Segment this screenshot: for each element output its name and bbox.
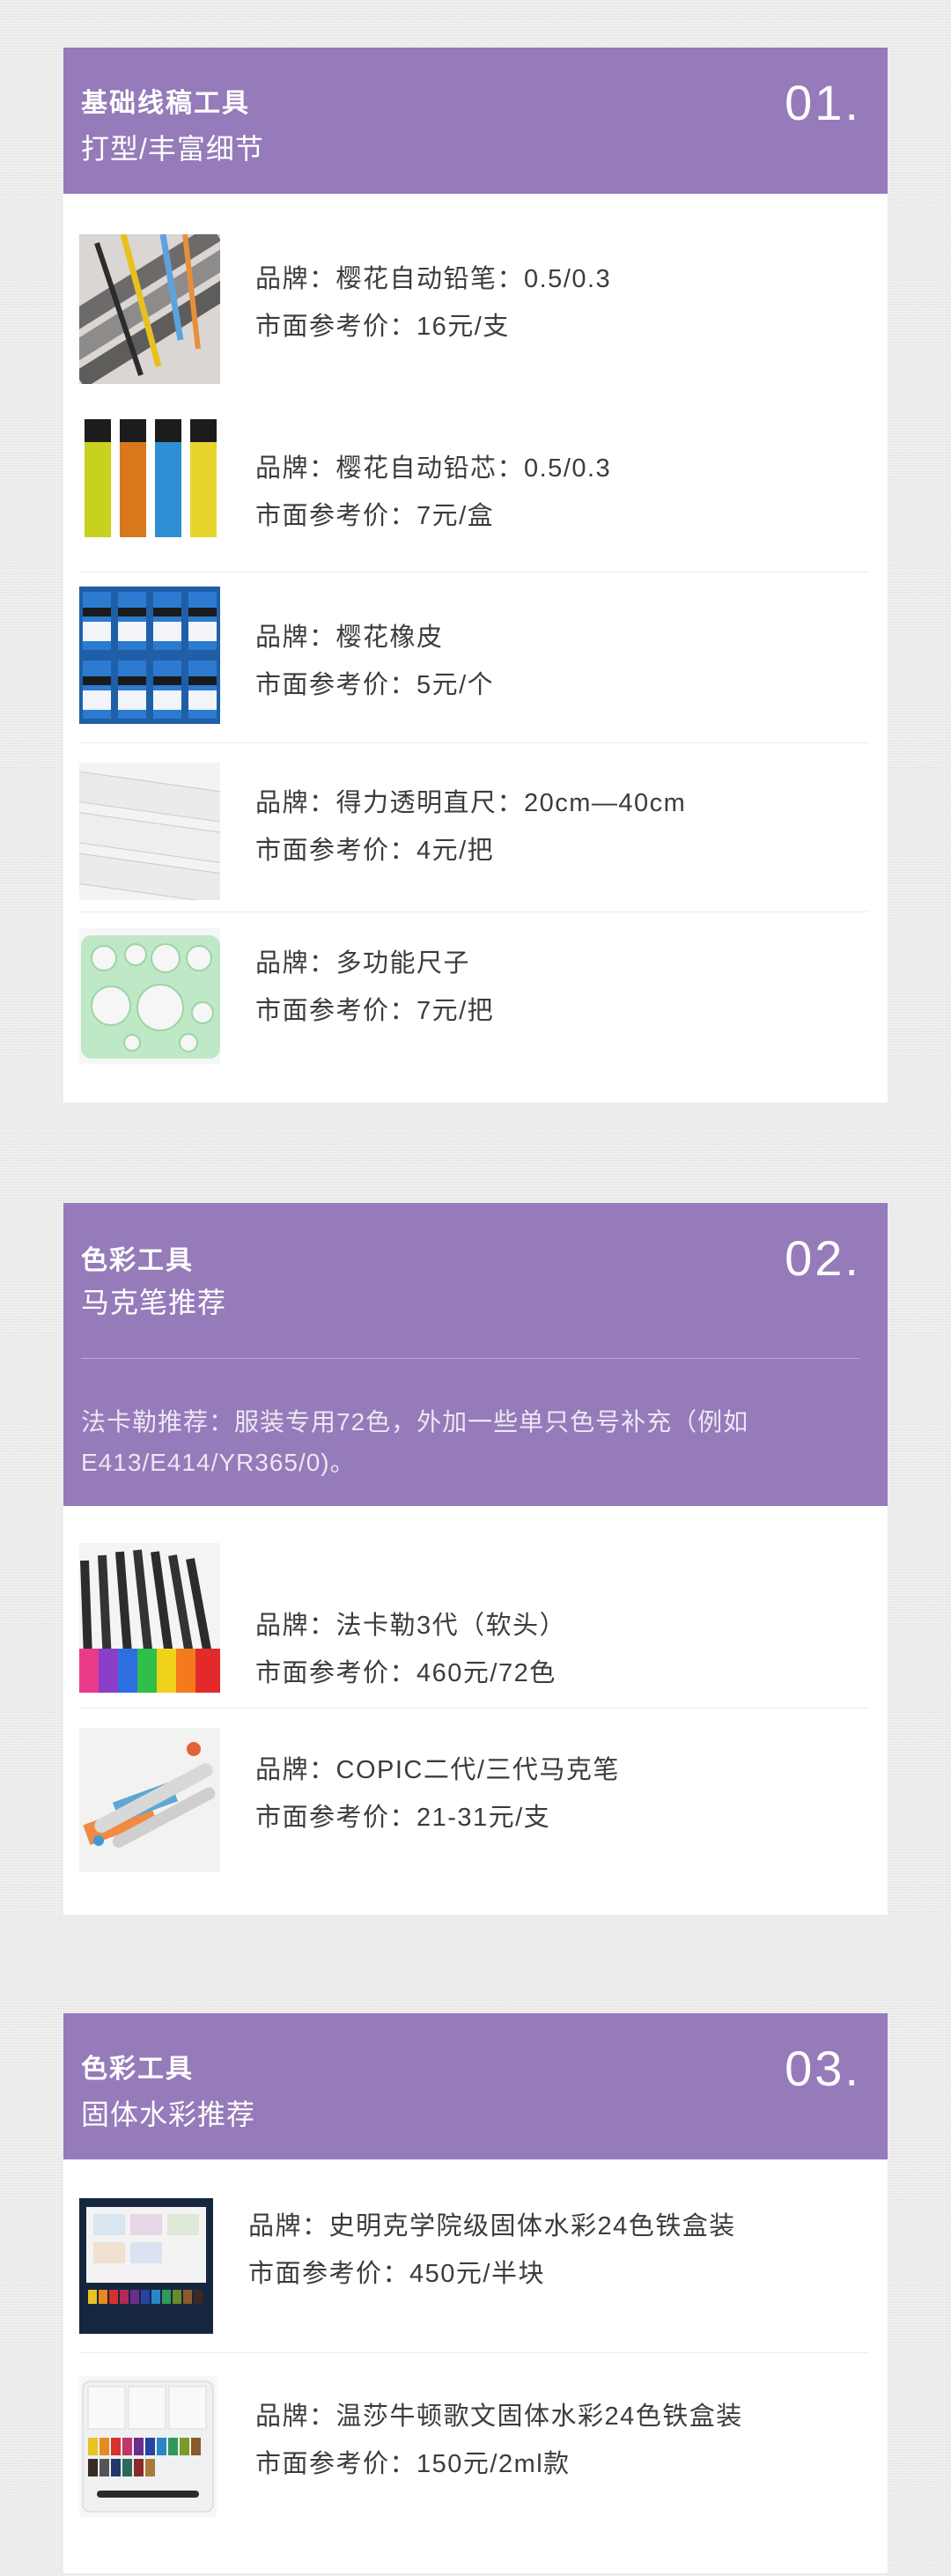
list-item[interactable]: 品牌：樱花自动铅芯：0.5/0.3 市面参考价：7元/盒 [63,386,888,572]
list-item[interactable]: 品牌：多功能尺子 市面参考价：7元/把 [63,912,888,1103]
pencil-leads-icon [79,412,220,541]
item-brand: 品牌：法卡勒3代（软头） [255,1612,567,1640]
item-price: 市面参考价：21-31元/支 [255,1804,551,1832]
list-item[interactable]: 品牌：法卡勒3代（软头） 市面参考价：460元/72色 [63,1506,888,1709]
section-marker-tools: 色彩工具 马克笔推荐 02. 法卡勒推荐：服装专用72色，外加一些单只色号补充（… [63,1203,888,1915]
mechanical-pencils-icon [79,234,220,384]
watercolor-tin-icon [79,2198,213,2334]
item-price: 市面参考价：450元/半块 [248,2260,545,2288]
item-price: 市面参考价：460元/72色 [255,1659,557,1687]
item-price: 市面参考价：7元/盒 [255,502,495,530]
section-body: 品牌：樱花自动铅笔：0.5/0.3 市面参考价：16元/支 品牌：樱花自动铅芯：… [63,194,888,1103]
list-item[interactable]: 品牌：温莎牛顿歌文固体水彩24色铁盒装 市面参考价：150元/2ml款 [63,2353,888,2573]
item-price: 市面参考价：16元/支 [255,313,510,341]
header-divider [81,1358,859,1359]
section-subtitle: 固体水彩推荐 [81,2099,256,2130]
template-ruler-icon [79,928,220,1064]
section-basic-line-tools: 基础线稿工具 打型/丰富细节 01. 品牌：樱花自动铅笔：0.5/0.3 市面参… [63,48,888,1103]
section-number: 02. [785,1230,861,1286]
section-title: 色彩工具 [81,2055,194,2084]
section-header: 色彩工具 固体水彩推荐 03. [63,2013,888,2159]
item-brand: 品牌：史明克学院级固体水彩24色铁盒装 [248,2212,736,2240]
list-item[interactable]: 品牌：史明克学院级固体水彩24色铁盒装 市面参考价：450元/半块 [63,2159,888,2353]
item-price: 市面参考价：4元/把 [255,837,495,865]
item-price: 市面参考价：5元/个 [255,671,495,699]
list-item[interactable]: 品牌：樱花橡皮 市面参考价：5元/个 [63,572,888,743]
section-header: 基础线稿工具 打型/丰富细节 01. [63,48,888,194]
section-title: 基础线稿工具 [81,89,250,118]
marker-set-icon [79,1543,220,1693]
item-brand: 品牌：樱花自动铅芯：0.5/0.3 [255,454,612,483]
transparent-ruler-icon [79,763,220,900]
item-price: 市面参考价：150元/2ml款 [255,2450,571,2478]
section-body: 品牌：史明克学院级固体水彩24色铁盒装 市面参考价：450元/半块 品牌：温莎牛… [63,2159,888,2573]
item-brand: 品牌：COPIC二代/三代马克笔 [255,1756,620,1784]
section-subtitle: 打型/丰富细节 [81,133,264,165]
section-title: 色彩工具 [81,1246,194,1275]
section-note: 法卡勒推荐：服装专用72色，外加一些单只色号补充（例如E413/E414/YR3… [81,1408,749,1476]
section-body: 品牌：法卡勒3代（软头） 市面参考价：460元/72色 品牌：COPIC二代/三… [63,1506,888,1915]
section-watercolor-tools: 色彩工具 固体水彩推荐 03. 品牌：史明克学院级固体水彩24色铁盒装 市面参考… [63,2013,888,2573]
list-item[interactable]: 品牌：得力透明直尺：20cm—40cm 市面参考价：4元/把 [63,743,888,912]
copic-marker-icon [79,1728,220,1872]
list-item[interactable]: 品牌：COPIC二代/三代马克笔 市面参考价：21-31元/支 [63,1709,888,1915]
item-brand: 品牌：樱花自动铅笔：0.5/0.3 [255,265,612,293]
section-header: 色彩工具 马克笔推荐 02. 法卡勒推荐：服装专用72色，外加一些单只色号补充（… [63,1203,888,1506]
section-number: 03. [785,2041,861,2096]
erasers-icon [79,587,220,724]
item-brand: 品牌：樱花橡皮 [255,624,444,652]
item-price: 市面参考价：7元/把 [255,997,495,1025]
section-number: 01. [785,75,861,130]
item-brand: 品牌：多功能尺子 [255,949,471,978]
item-brand: 品牌：得力透明直尺：20cm—40cm [255,789,687,817]
section-subtitle: 马克笔推荐 [81,1287,227,1318]
list-item[interactable]: 品牌：樱花自动铅笔：0.5/0.3 市面参考价：16元/支 [63,194,888,386]
watercolor-palette-icon [79,2376,217,2517]
item-brand: 品牌：温莎牛顿歌文固体水彩24色铁盒装 [255,2403,743,2431]
